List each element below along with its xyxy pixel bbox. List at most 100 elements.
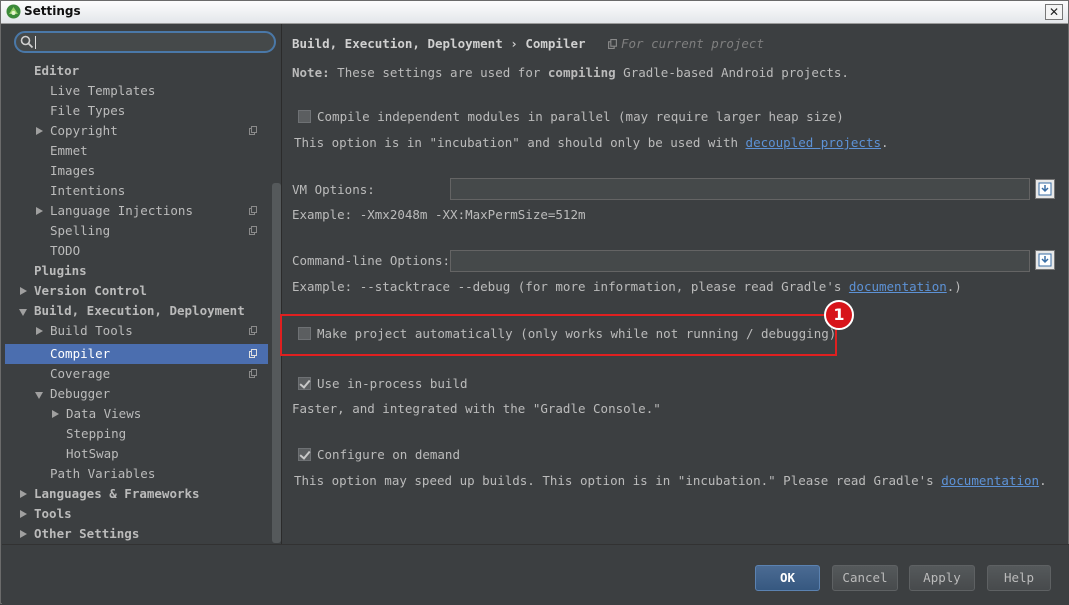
documentation-link[interactable]: documentation — [849, 279, 947, 294]
tree-item-label: Version Control — [34, 283, 147, 298]
tree-item-live-templates[interactable]: Live Templates — [5, 81, 268, 101]
tree-item-plugins[interactable]: Plugins — [5, 261, 268, 281]
expand-arrow-icon[interactable] — [36, 327, 43, 335]
project-scope-icon — [249, 126, 257, 135]
description-suffix: . — [881, 135, 889, 150]
expand-arrow-icon[interactable] — [36, 127, 43, 135]
tree-item-images[interactable]: Images — [5, 161, 268, 181]
search-input[interactable] — [14, 31, 276, 53]
tree-item-intentions[interactable]: Intentions — [5, 181, 268, 201]
in-process-build-label[interactable]: Use in-process build — [317, 376, 468, 391]
close-button[interactable]: ✕ — [1045, 4, 1063, 20]
tree-item-label: Build Tools — [50, 323, 133, 338]
tree-item-label: HotSwap — [66, 446, 119, 461]
description-suffix: . — [1039, 473, 1047, 488]
tree-item-languages-frameworks[interactable]: Languages & Frameworks — [5, 484, 268, 504]
project-scope-icon — [249, 206, 257, 215]
tree-item-label: Other Settings — [34, 526, 140, 541]
tree-item-label: Live Templates — [50, 83, 156, 98]
tree-item-copyright[interactable]: Copyright — [5, 121, 268, 141]
breadcrumb-current: Compiler — [525, 36, 586, 51]
sidebar-scrollbar[interactable] — [272, 183, 281, 543]
tree-item-build-tools[interactable]: Build Tools — [5, 321, 268, 341]
tree-item-label: Build, Execution, Deployment — [34, 303, 245, 318]
tree-item-stepping[interactable]: Stepping — [5, 424, 268, 444]
cmdline-options-expand-button[interactable] — [1035, 250, 1055, 270]
project-scope-icon — [249, 226, 257, 235]
documentation-link[interactable]: documentation — [941, 473, 1039, 488]
ok-button[interactable]: OK — [755, 565, 820, 591]
text-caret — [35, 36, 36, 49]
vm-options-field[interactable] — [450, 178, 1030, 200]
decoupled-projects-link[interactable]: decoupled projects — [746, 135, 881, 150]
expand-field-icon — [1038, 182, 1052, 196]
in-process-build-checkbox[interactable] — [298, 377, 311, 390]
breadcrumb: Build, Execution, Deployment › Compiler — [292, 36, 586, 51]
tree-item-compiler[interactable]: Compiler — [5, 344, 268, 364]
project-scope-icon — [249, 369, 257, 378]
tree-item-spelling[interactable]: Spelling — [5, 221, 268, 241]
tree-item-label: Spelling — [50, 223, 111, 238]
tree-item-emmet[interactable]: Emmet — [5, 141, 268, 161]
note-prefix: Note: — [292, 65, 330, 80]
expand-arrow-icon[interactable] — [20, 490, 27, 498]
tree-item-label: Language Injections — [50, 203, 193, 218]
parallel-description: This option is in "incubation" and shoul… — [294, 135, 889, 150]
tree-item-label: Emmet — [50, 143, 88, 158]
note-text: Note: These settings are used for compil… — [292, 65, 849, 80]
tree-item-tools[interactable]: Tools — [5, 504, 268, 524]
tree-item-hotswap[interactable]: HotSwap — [5, 444, 268, 464]
project-scope-icon — [249, 349, 257, 358]
tree-item-label: Languages & Frameworks — [34, 486, 200, 501]
tree-item-label: Compiler — [50, 346, 111, 361]
tree-item-data-views[interactable]: Data Views — [5, 404, 268, 424]
tree-item-label: TODO — [50, 243, 81, 258]
tree-item-build-execution-deployment[interactable]: Build, Execution, Deployment — [5, 301, 268, 321]
note-keyword: compiling — [547, 65, 616, 80]
tree-item-todo[interactable]: TODO — [5, 241, 268, 261]
tree-item-label: Editor — [34, 63, 80, 78]
cmdline-options-example: Example: --stacktrace --debug (for more … — [292, 279, 962, 294]
help-button[interactable]: Help — [987, 565, 1051, 591]
tree-item-other-settings[interactable]: Other Settings — [5, 524, 268, 544]
tree-item-language-injections[interactable]: Language Injections — [5, 201, 268, 221]
example-suffix: .) — [946, 279, 962, 294]
cmdline-options-label: Command-line Options: — [292, 253, 451, 268]
expand-arrow-icon[interactable] — [20, 510, 27, 518]
vm-options-expand-button[interactable] — [1035, 179, 1055, 199]
tree-item-label: Tools — [34, 506, 72, 521]
collapse-arrow-icon[interactable] — [35, 392, 43, 399]
title-bar[interactable]: Settings ✕ — [1, 1, 1068, 24]
tree-item-debugger[interactable]: Debugger — [5, 384, 268, 404]
tree-item-coverage[interactable]: Coverage — [5, 364, 268, 384]
collapse-arrow-icon[interactable] — [19, 309, 27, 316]
tree-item-label: Images — [50, 163, 96, 178]
tree-item-version-control[interactable]: Version Control — [5, 281, 268, 301]
tree-item-label: Copyright — [50, 123, 118, 138]
tree-item-file-types[interactable]: File Types — [5, 101, 268, 121]
example-text: Example: --stacktrace --debug (for more … — [292, 279, 842, 294]
expand-arrow-icon[interactable] — [20, 287, 27, 295]
expand-arrow-icon[interactable] — [20, 530, 27, 538]
tree-item-editor[interactable]: Editor — [5, 61, 268, 81]
expand-field-icon — [1038, 253, 1052, 267]
note-text-part: Gradle-based Android projects. — [623, 65, 849, 80]
apply-button[interactable]: Apply — [909, 565, 975, 591]
description-text: This option may speed up builds. This op… — [294, 473, 934, 488]
settings-window: Settings ✕ Editor Live Templates File Ty… — [0, 0, 1069, 605]
parallel-label[interactable]: Compile independent modules in parallel … — [317, 109, 844, 124]
note-text-part: These settings are used for — [337, 65, 541, 80]
cancel-button[interactable]: Cancel — [832, 565, 898, 591]
configure-on-demand-label[interactable]: Configure on demand — [317, 447, 460, 462]
parallel-checkbox[interactable] — [298, 110, 311, 123]
settings-sidebar: Editor Live Templates File Types Copyrig… — [5, 24, 281, 544]
expand-arrow-icon[interactable] — [36, 207, 43, 215]
tree-item-path-variables[interactable]: Path Variables — [5, 464, 268, 484]
configure-on-demand-checkbox[interactable] — [298, 448, 311, 461]
project-scope-icon — [249, 326, 257, 335]
tree-item-label: Coverage — [50, 366, 111, 381]
vm-options-example: Example: -Xmx2048m -XX:MaxPermSize=512m — [292, 207, 586, 222]
expand-arrow-icon[interactable] — [52, 410, 59, 418]
dialog-button-bar: OK Cancel Apply Help — [2, 544, 1069, 605]
cmdline-options-field[interactable] — [450, 250, 1030, 272]
